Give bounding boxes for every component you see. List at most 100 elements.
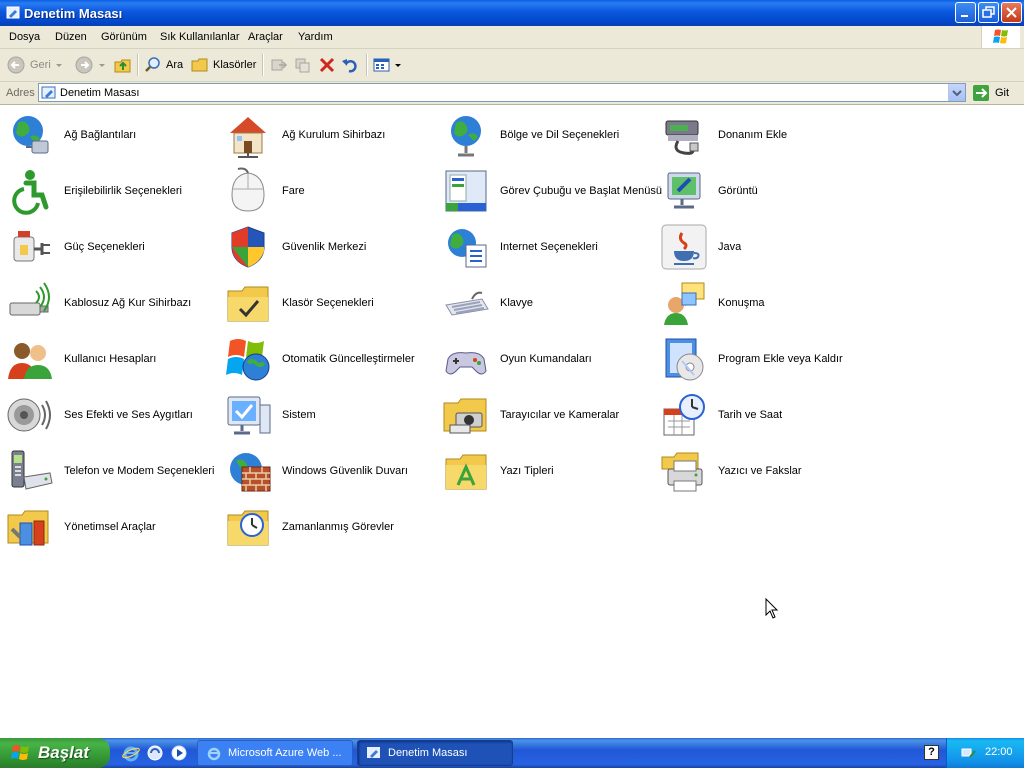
- title-bar[interactable]: Denetim Masası: [0, 0, 1024, 26]
- folder-options-icon: [227, 286, 269, 322]
- item-label: Oyun Kumandaları: [500, 353, 592, 365]
- menu-file[interactable]: Dosya: [9, 31, 40, 43]
- ie-page-icon: [207, 747, 221, 761]
- item-label: Bölge ve Dil Seçenekleri: [500, 129, 620, 141]
- delete-button[interactable]: [318, 53, 336, 77]
- address-dropdown-button[interactable]: [948, 84, 965, 101]
- toolbar: Geri Ara Klasörler: [0, 49, 1024, 82]
- close-icon: [1006, 7, 1017, 18]
- fonts-icon: [445, 454, 487, 490]
- control-panel-item-regional-language[interactable]: Bölge ve Dil Seçenekleri: [442, 109, 652, 161]
- minimize-button[interactable]: [955, 2, 976, 23]
- go-label: Git: [995, 87, 1010, 99]
- item-label: Yönetimsel Araçlar: [64, 521, 156, 533]
- close-button[interactable]: [1001, 2, 1022, 23]
- outlook-express-icon[interactable]: [146, 744, 164, 762]
- menu-tools[interactable]: Araçlar: [248, 31, 283, 43]
- network-setup-wizard-icon: [230, 117, 266, 158]
- media-player-icon[interactable]: [170, 744, 188, 762]
- clock[interactable]: 22:00: [985, 746, 1013, 758]
- start-button[interactable]: Başlat: [0, 738, 110, 768]
- item-label: Güç Seçenekleri: [64, 241, 145, 253]
- control-panel-item-add-hardware[interactable]: Donanım Ekle: [660, 109, 870, 161]
- folders-label: Klasörler: [213, 59, 257, 71]
- item-label: Program Ekle veya Kaldır: [718, 353, 843, 365]
- control-panel-item-date-time[interactable]: Tarih ve Saat: [660, 389, 870, 441]
- item-label: Donanım Ekle: [718, 129, 788, 141]
- control-panel-item-fonts[interactable]: Yazı Tipleri: [442, 445, 652, 497]
- item-label: Erişilebilirlik Seçenekleri: [64, 185, 182, 197]
- copy-to-button[interactable]: [294, 53, 312, 77]
- item-label: Görüntü: [718, 185, 758, 197]
- task-azure-label: Microsoft Azure Web ...: [228, 747, 342, 759]
- restore-button[interactable]: [978, 2, 999, 23]
- control-panel-item-windows-firewall[interactable]: Windows Güvenlik Duvarı: [224, 445, 434, 497]
- go-button[interactable]: Git: [972, 83, 1009, 103]
- item-label: Görev Çubuğu ve Başlat Menüsü: [500, 185, 663, 197]
- control-panel-item-scheduled-tasks[interactable]: Zamanlanmış Görevler: [224, 501, 434, 553]
- network-tray-icon[interactable]: [961, 745, 977, 761]
- menu-edit[interactable]: Düzen: [55, 31, 87, 43]
- menu-help[interactable]: Yardım: [298, 31, 333, 43]
- control-panel-item-security-center[interactable]: Güvenlik Merkezi: [224, 221, 434, 273]
- control-panel-item-administrative-tools[interactable]: Yönetimsel Araçlar: [6, 501, 216, 553]
- control-panel-item-mouse[interactable]: Fare: [224, 165, 434, 217]
- date-time-icon: [663, 394, 705, 436]
- internet-explorer-icon[interactable]: [122, 744, 140, 762]
- restore-icon: [982, 6, 995, 18]
- control-panel-item-display[interactable]: Görüntü: [660, 165, 870, 217]
- control-panel-item-network-connections[interactable]: Ağ Bağlantıları: [6, 109, 216, 161]
- menu-favorites[interactable]: Sık Kullanılanlar: [160, 31, 240, 43]
- control-panel-item-network-setup-wizard[interactable]: Ağ Kurulum Sihirbazı: [224, 109, 434, 161]
- control-panel-item-keyboard[interactable]: Klavye: [442, 277, 652, 329]
- control-panel-item-add-remove-programs[interactable]: Program Ekle veya Kaldır: [660, 333, 870, 385]
- control-panel-item-user-accounts[interactable]: Kullanıcı Hesapları: [6, 333, 216, 385]
- forward-arrow-icon: [75, 56, 93, 74]
- control-panel-item-phone-modem[interactable]: Telefon ve Modem Seçenekleri: [6, 445, 216, 497]
- control-panel-small-icon: [41, 86, 56, 99]
- menu-view[interactable]: Görünüm: [101, 31, 147, 43]
- forward-button[interactable]: [74, 53, 106, 77]
- control-panel-item-sounds-audio[interactable]: Ses Efekti ve Ses Aygıtları: [6, 389, 216, 441]
- sounds-audio-icon: [7, 398, 51, 432]
- views-dropdown-icon: [395, 64, 401, 67]
- control-panel-item-wireless-network-wizard[interactable]: Kablosuz Ağ Kur Sihirbazı: [6, 277, 216, 329]
- display-icon: [667, 172, 701, 209]
- task-microsoft-azure[interactable]: Microsoft Azure Web ...: [197, 740, 353, 766]
- control-panel-item-java[interactable]: Java: [660, 221, 870, 273]
- move-to-icon: [271, 59, 288, 71]
- folders-button[interactable]: Klasörler: [191, 53, 256, 77]
- item-label: Internet Seçenekleri: [500, 241, 598, 253]
- item-label: Klasör Seçenekleri: [282, 297, 374, 309]
- mouse-cursor-icon: [765, 598, 779, 619]
- taskbar-start-menu-icon: [445, 170, 487, 212]
- control-panel-item-system[interactable]: Sistem: [224, 389, 434, 441]
- task-control-panel[interactable]: Denetim Masası: [357, 740, 513, 766]
- item-label: Yazı Tipleri: [500, 465, 554, 477]
- control-panel-item-automatic-updates[interactable]: Otomatik Güncelleştirmeler: [224, 333, 434, 385]
- minimize-icon: [961, 15, 968, 17]
- move-to-button[interactable]: [270, 53, 288, 77]
- automatic-updates-icon: [226, 339, 270, 381]
- help-icon[interactable]: ?: [924, 745, 939, 760]
- control-panel-item-printers-faxes[interactable]: Yazıcı ve Fakslar: [660, 445, 870, 497]
- views-button[interactable]: [373, 53, 402, 77]
- control-panel-item-taskbar-start-menu[interactable]: Görev Çubuğu ve Başlat Menüsü: [442, 165, 662, 217]
- control-panel-item-game-controllers[interactable]: Oyun Kumandaları: [442, 333, 652, 385]
- search-button[interactable]: Ara: [144, 53, 183, 77]
- control-panel-item-folder-options[interactable]: Klasör Seçenekleri: [224, 277, 434, 329]
- user-accounts-icon: [8, 343, 52, 379]
- mouse-icon: [231, 167, 265, 212]
- control-panel-item-internet-options[interactable]: Internet Seçenekleri: [442, 221, 652, 273]
- address-input[interactable]: Denetim Masası: [38, 83, 966, 102]
- control-panel-items: Ağ Bağlantıları Ağ Kurulum Sihirbazı Bölge…: [0, 105, 1024, 738]
- system-tray: 22:00: [946, 738, 1024, 768]
- control-panel-item-accessibility[interactable]: Erişilebilirlik Seçenekleri: [6, 165, 216, 217]
- control-panel-item-scanners-cameras[interactable]: Tarayıcılar ve Kameralar: [442, 389, 652, 441]
- up-folder-button[interactable]: [113, 53, 133, 77]
- undo-button[interactable]: [341, 53, 359, 77]
- item-label: Konuşma: [718, 297, 765, 309]
- control-panel-item-speech[interactable]: Konuşma: [660, 277, 870, 329]
- back-button[interactable]: Geri: [6, 53, 63, 77]
- control-panel-item-power-options[interactable]: Güç Seçenekleri: [6, 221, 216, 273]
